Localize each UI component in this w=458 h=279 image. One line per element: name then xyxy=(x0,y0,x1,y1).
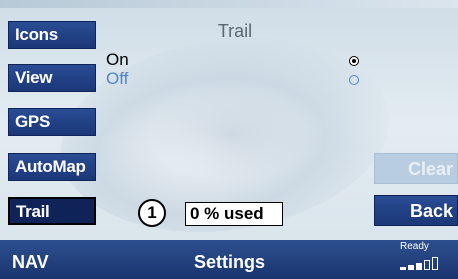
usage-readout: 0 % used xyxy=(185,202,283,226)
option-on-label[interactable]: On xyxy=(106,51,129,69)
signal-bar xyxy=(432,257,438,270)
signal-bar xyxy=(408,265,414,270)
sidebar-item-view[interactable]: View xyxy=(8,64,96,92)
background-swirl-shadow xyxy=(150,90,310,180)
radio-selected-icon[interactable] xyxy=(349,56,359,66)
back-button[interactable]: Back xyxy=(374,195,458,226)
status-nav-label: NAV xyxy=(12,252,49,272)
panel-title: Trail xyxy=(217,21,253,41)
sidebar-item-icons[interactable]: Icons xyxy=(8,21,96,49)
option-off-label[interactable]: Off xyxy=(106,70,128,88)
sidebar-item-gps[interactable]: GPS xyxy=(8,108,96,136)
signal-bar xyxy=(424,260,430,270)
signal-bar xyxy=(400,267,406,270)
clear-button[interactable]: Clear xyxy=(374,153,458,184)
status-settings-label: Settings xyxy=(194,252,266,272)
status-ready-label: Ready xyxy=(400,241,429,252)
callout-marker: 1 xyxy=(138,199,166,227)
signal-strength-icon xyxy=(400,256,446,270)
sidebar-item-trail[interactable]: Trail xyxy=(8,197,96,225)
radio-unselected-icon[interactable] xyxy=(349,75,359,85)
sidebar-item-automap[interactable]: AutoMap xyxy=(8,153,96,181)
signal-bar xyxy=(416,263,422,270)
top-band xyxy=(0,0,458,8)
